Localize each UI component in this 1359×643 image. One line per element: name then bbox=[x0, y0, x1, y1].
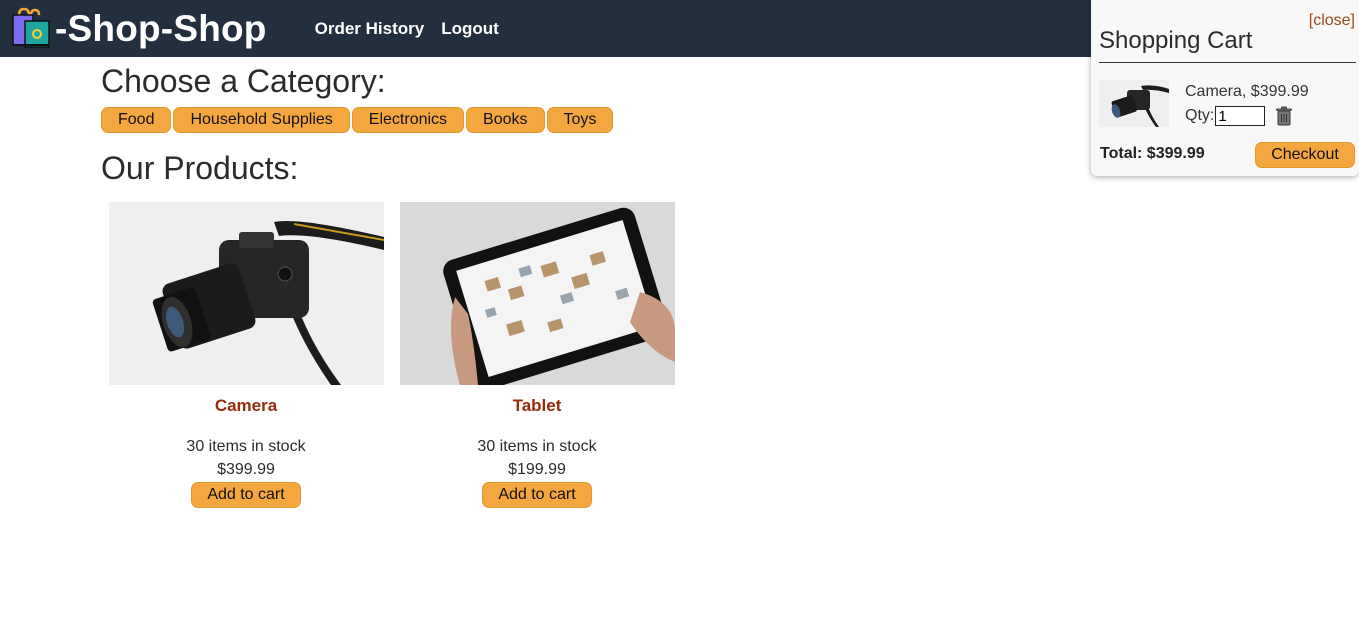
main-nav: Order History Logout bbox=[315, 19, 516, 39]
category-button-food[interactable]: Food bbox=[101, 107, 172, 133]
product-list: Camera 30 items in stock $399.99 Add to … bbox=[101, 202, 682, 508]
product-name-camera[interactable]: Camera bbox=[101, 396, 391, 416]
category-heading: Choose a Category: bbox=[101, 63, 386, 99]
trash-icon[interactable] bbox=[1275, 106, 1293, 126]
product-card-camera: Camera 30 items in stock $399.99 Add to … bbox=[101, 202, 391, 508]
camera-photo bbox=[108, 202, 384, 385]
product-price-camera: $399.99 bbox=[217, 461, 275, 478]
product-card-tablet: Tablet 30 items in stock $199.99 Add to … bbox=[392, 202, 682, 508]
cart-total: Total: $399.99 bbox=[1100, 145, 1205, 162]
brand-name: -Shop-Shop bbox=[55, 7, 267, 49]
cart-item-label: Camera, $399.99 bbox=[1185, 83, 1309, 100]
cart-item-image bbox=[1099, 80, 1169, 127]
product-price-tablet: $199.99 bbox=[508, 461, 566, 478]
category-button-books[interactable]: Books bbox=[466, 107, 545, 133]
qty-label: Qty: bbox=[1185, 107, 1215, 124]
product-image-tablet[interactable] bbox=[399, 202, 675, 385]
nav-logout[interactable]: Logout bbox=[441, 19, 499, 39]
product-image-camera[interactable] bbox=[108, 202, 384, 385]
qty-input[interactable] bbox=[1215, 106, 1266, 126]
add-to-cart-button-camera[interactable]: Add to cart bbox=[191, 482, 301, 508]
tablet-photo bbox=[399, 202, 675, 385]
product-stock-tablet: 30 items in stock bbox=[477, 438, 597, 455]
add-to-cart-button-tablet[interactable]: Add to cart bbox=[482, 482, 592, 508]
nav-order-history[interactable]: Order History bbox=[315, 19, 425, 39]
cart-close-link[interactable]: [close] bbox=[1309, 12, 1355, 30]
camera-photo bbox=[1099, 80, 1169, 127]
category-button-toys[interactable]: Toys bbox=[546, 107, 614, 133]
cart-title: Shopping Cart bbox=[1099, 27, 1253, 54]
shopping-cart-panel: [close] Shopping Cart Camera, $399.99 Qt… bbox=[1091, 0, 1359, 176]
shopping-bag-icon bbox=[12, 7, 50, 48]
category-list: Food Household Supplies Electronics Book… bbox=[101, 107, 615, 133]
product-name-tablet[interactable]: Tablet bbox=[392, 396, 682, 416]
category-button-electronics[interactable]: Electronics bbox=[351, 107, 465, 133]
brand-logo[interactable]: -Shop-Shop bbox=[9, 7, 267, 51]
products-heading: Our Products: bbox=[101, 150, 299, 186]
cart-qty-row: Qty: bbox=[1185, 106, 1293, 126]
checkout-button[interactable]: Checkout bbox=[1255, 142, 1355, 168]
cart-divider bbox=[1099, 62, 1356, 63]
category-button-household-supplies[interactable]: Household Supplies bbox=[173, 107, 350, 133]
product-stock-camera: 30 items in stock bbox=[186, 438, 306, 455]
